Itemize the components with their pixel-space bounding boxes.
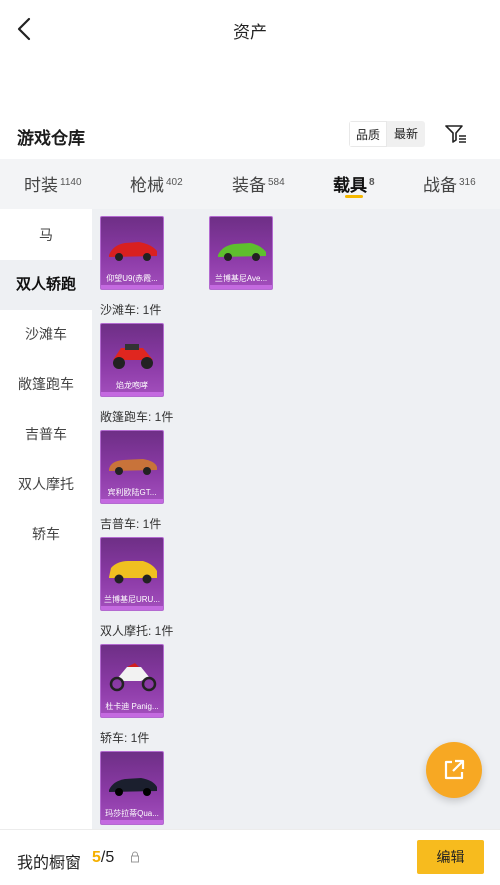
- vehicle-name: 宾利欧陆GT...: [107, 488, 157, 497]
- sports-car-icon: [109, 242, 157, 261]
- section-label: 沙滩车: 1件: [100, 303, 162, 317]
- vehicle-name: 仰望U9(赤霞...: [106, 274, 158, 283]
- card-footer: [101, 606, 163, 610]
- card-footer: [101, 820, 163, 824]
- tab-supplies[interactable]: 战备 316: [423, 171, 476, 196]
- card-footer: [101, 285, 163, 289]
- tab-weapons[interactable]: 枪械 402: [130, 171, 183, 196]
- tab-vehicles[interactable]: 载具 8: [333, 171, 375, 196]
- share-external-icon: [444, 759, 465, 780]
- vehicle-card[interactable]: 杜卡迪 Panig...: [100, 644, 164, 718]
- showcase-count: 5/5: [92, 849, 115, 866]
- sedan-icon: [109, 778, 157, 796]
- vehicle-card[interactable]: 焰龙咆哮: [100, 323, 164, 397]
- sort-quality-button[interactable]: 品质: [349, 121, 387, 147]
- share-button[interactable]: [426, 742, 482, 798]
- convertible-icon: [109, 459, 157, 475]
- sort-newest-button[interactable]: 最新: [387, 121, 425, 147]
- sidebar-item-jeep[interactable]: 吉普车: [0, 409, 92, 459]
- card-footer: [101, 392, 163, 396]
- sidebar-item-convertible[interactable]: 敞篷跑车: [0, 359, 92, 409]
- vehicle-name: 焰龙咆哮: [116, 381, 148, 390]
- edit-button[interactable]: 编辑: [417, 840, 484, 874]
- vehicle-type-sidebar: 马 双人轿跑 沙滩车 敞篷跑车 吉普车 双人摩托 轿车: [0, 209, 92, 829]
- active-tab-indicator: [345, 195, 363, 198]
- section-label: 双人摩托: 1件: [100, 624, 174, 638]
- vehicle-card[interactable]: 玛莎拉蒂Qua...: [100, 751, 164, 825]
- filter-icon[interactable]: [443, 121, 469, 147]
- vehicle-card[interactable]: 兰博基尼Ave...: [209, 216, 273, 290]
- motorcycle-icon: [109, 663, 157, 692]
- section-title: 游戏仓库: [17, 129, 85, 148]
- showcase-bar: 我的橱窗 5/5 编辑: [0, 829, 500, 885]
- suv-icon: [109, 561, 157, 584]
- tab-equipment[interactable]: 装备 584: [232, 171, 285, 196]
- sidebar-item-beach-buggy[interactable]: 沙滩车: [0, 309, 92, 359]
- page-title: 资产: [233, 23, 267, 42]
- vehicle-list: 仰望U9(赤霞... 兰博基尼Ave... 沙滩车: 1件 焰龙咆哮 敞篷跑车:…: [92, 209, 500, 829]
- sports-car-icon: [218, 243, 266, 261]
- section-label: 轿车: 1件: [100, 731, 150, 745]
- vehicle-card[interactable]: 宾利欧陆GT...: [100, 430, 164, 504]
- sidebar-item-horse[interactable]: 马: [0, 210, 92, 260]
- vehicle-name: 玛莎拉蒂Qua...: [105, 809, 159, 818]
- section-label: 吉普车: 1件: [100, 517, 162, 531]
- showcase-label: 我的橱窗: [17, 855, 82, 872]
- vehicle-card[interactable]: 仰望U9(赤霞...: [100, 216, 164, 290]
- top-bar: 资产: [0, 0, 500, 58]
- card-footer: [101, 499, 163, 503]
- vehicle-name: 兰博基尼URU...: [104, 595, 160, 604]
- sidebar-item-coupe[interactable]: 双人轿跑: [0, 260, 92, 310]
- vehicle-name: 兰博基尼Ave...: [214, 274, 268, 283]
- vehicle-card[interactable]: 兰博基尼URU...: [100, 537, 164, 611]
- tab-fashion[interactable]: 时装 1140: [24, 171, 82, 196]
- section-label: 敞篷跑车: 1件: [100, 410, 174, 424]
- lock-icon: [131, 851, 139, 863]
- category-tabs: 时装 1140 枪械 402 装备 584 载具 8 战备 316: [0, 159, 500, 209]
- vehicle-name: 杜卡迪 Panig...: [105, 702, 159, 711]
- buggy-icon: [113, 344, 153, 369]
- sidebar-item-motorcycle[interactable]: 双人摩托: [0, 459, 92, 509]
- card-footer: [210, 285, 272, 289]
- sidebar-item-sedan[interactable]: 轿车: [0, 509, 92, 559]
- card-footer: [101, 713, 163, 717]
- sort-toggle: 品质 最新: [349, 121, 425, 147]
